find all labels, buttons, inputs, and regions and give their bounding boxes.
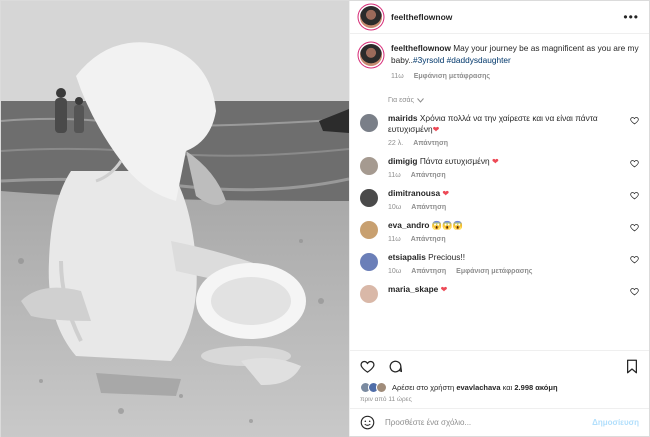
reply-button[interactable]: Απάντηση (411, 236, 446, 243)
comment-translate-button[interactable]: Εμφάνιση μετάφρασης (456, 268, 532, 275)
emoji-icon[interactable] (360, 415, 375, 430)
reply-button[interactable]: Απάντηση (411, 268, 446, 275)
comment-time[interactable]: 11ω (388, 236, 401, 243)
comment-item: dimitranousa ❤ 10ω Απάντηση (360, 188, 639, 211)
comment-time[interactable]: 10ω (388, 204, 401, 211)
comment-avatar[interactable] (360, 221, 378, 239)
comment-heart-emoji: ❤ (442, 189, 450, 198)
comment-time[interactable]: 22 λ. (388, 140, 403, 147)
likes-count[interactable]: 2.998 ακόμη (514, 383, 557, 392)
comment-avatar[interactable] (360, 114, 378, 132)
more-options-icon[interactable]: ••• (623, 10, 639, 24)
comment-username[interactable]: etsiapalis (388, 252, 426, 262)
comment-item: mairids Χρόνια πολλά να την χαίρεστε και… (360, 113, 639, 147)
like-comment-heart-icon[interactable] (630, 255, 639, 264)
caption-hashtags[interactable]: #3yrsold #daddysdaughter (413, 55, 511, 65)
likes-middle: και (502, 383, 513, 392)
comment-text: Precious!! (428, 252, 466, 262)
comment-text: Πάντα ευτυχισμένη (419, 156, 490, 166)
add-comment-bar: Δημοσίευση (350, 408, 649, 436)
author-username[interactable]: feeltheflownow (391, 12, 452, 22)
comment-username[interactable]: dimitranousa (388, 188, 440, 198)
chevron-down-icon (417, 98, 424, 103)
comment-avatar[interactable] (360, 253, 378, 271)
sort-comments-button[interactable]: Για εσάς (388, 97, 639, 104)
reply-button[interactable]: Απάντηση (411, 204, 446, 211)
comment-text: 😱😱😱 (431, 220, 463, 230)
likes-prefix: Αρέσει στο χρήστη (392, 383, 455, 392)
comment-item: etsiapalis Precious!! 10ω Απάντηση Εμφάνισ… (360, 252, 639, 275)
caption-avatar[interactable] (360, 44, 382, 66)
comment-username[interactable]: mairids (388, 113, 418, 123)
like-comment-heart-icon[interactable] (630, 191, 639, 200)
post-header: feeltheflownow ••• (350, 1, 649, 34)
reply-button[interactable]: Απάντηση (413, 140, 448, 147)
comment-item: eva_andro 😱😱😱 11ω Απάντηση (360, 220, 639, 243)
liker-avatars (360, 382, 387, 393)
comment-heart-emoji: ❤ (440, 285, 448, 294)
comment-heart-emoji: ❤ (491, 157, 499, 166)
comment-bubble-icon[interactable] (388, 359, 403, 374)
comment-text: Χρόνια πολλά να την χαίρεστε και να είνα… (388, 113, 598, 134)
like-heart-icon[interactable] (360, 359, 375, 374)
post-comment-button[interactable]: Δημοσίευση (592, 418, 639, 427)
comment-username[interactable]: dimigig (388, 156, 418, 166)
like-comment-heart-icon[interactable] (630, 116, 639, 125)
comment-time[interactable]: 10ω (388, 268, 401, 275)
bookmark-icon[interactable] (625, 359, 639, 374)
post-photo[interactable] (1, 1, 349, 437)
caption-time[interactable]: 11ω (391, 71, 404, 83)
reply-button[interactable]: Απάντηση (411, 172, 446, 179)
comment-input[interactable] (385, 418, 593, 427)
comment-avatar[interactable] (360, 189, 378, 207)
likes-summary[interactable]: Αρέσει στο χρήστη evavlachava και 2.998 … (360, 382, 639, 393)
comment-time[interactable]: 11ω (388, 172, 401, 179)
likes-user[interactable]: evavlachava (456, 383, 500, 392)
post-dialog: feeltheflownow ••• feeltheflownow May yo… (0, 0, 650, 437)
like-comment-heart-icon[interactable] (630, 223, 639, 232)
comments-scroll[interactable]: feeltheflownow May your journey be as ma… (350, 34, 649, 350)
caption: feeltheflownow May your journey be as ma… (360, 42, 639, 83)
posted-time[interactable]: πριν από 11 ώρες (360, 396, 639, 403)
comment-item: maria_skape ❤ (360, 284, 639, 303)
comment-avatar[interactable] (360, 157, 378, 175)
caption-translate-button[interactable]: Εμφάνιση μετάφρασης (414, 71, 490, 83)
comment-avatar[interactable] (360, 285, 378, 303)
sort-label: Για εσάς (388, 97, 414, 104)
comment-username[interactable]: eva_andro (388, 220, 430, 230)
like-comment-heart-icon[interactable] (630, 159, 639, 168)
comment-item: dimigig Πάντα ευτυχισμένη ❤ 11ω Απάντηση (360, 156, 639, 179)
author-avatar[interactable] (360, 6, 382, 28)
comment-heart-emoji: ❤ (432, 125, 440, 134)
caption-username[interactable]: feeltheflownow (391, 43, 451, 53)
beach-photo-illustration (1, 1, 349, 437)
post-side-panel: feeltheflownow ••• feeltheflownow May yo… (349, 1, 649, 436)
comment-username[interactable]: maria_skape (388, 284, 438, 294)
like-comment-heart-icon[interactable] (630, 287, 639, 296)
